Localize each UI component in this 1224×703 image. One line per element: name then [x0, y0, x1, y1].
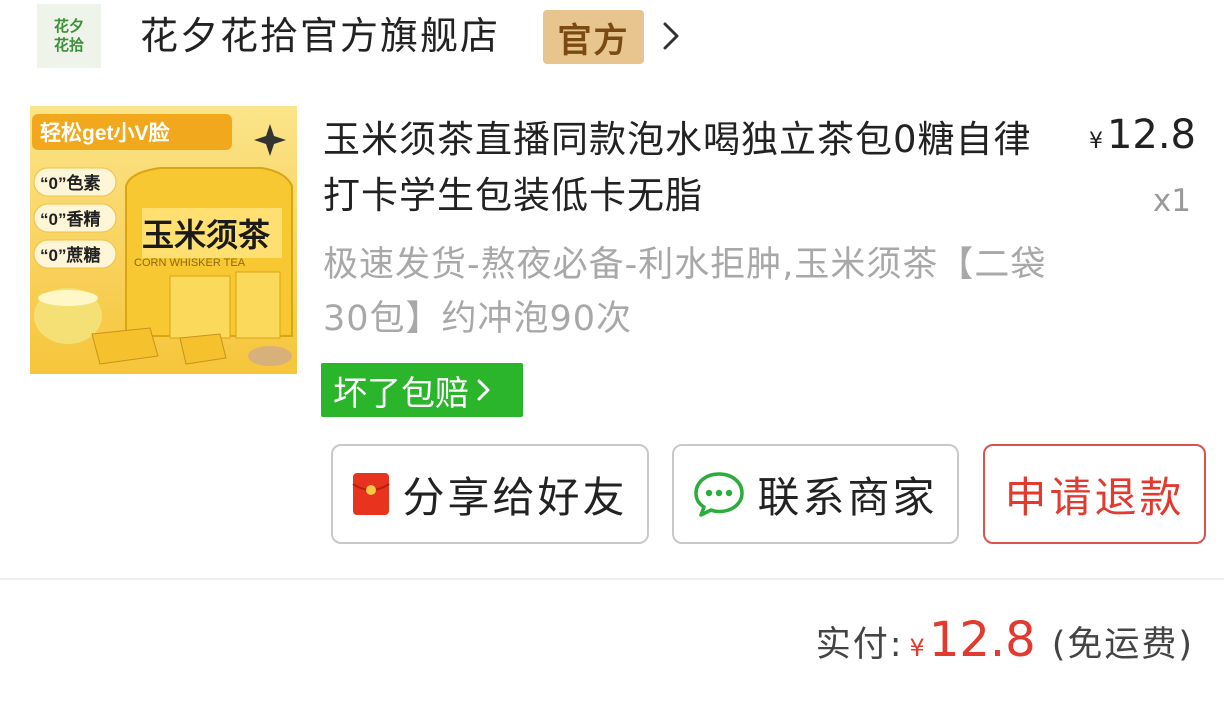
- payment-summary: 实付: ¥ 12.8 (免运费): [816, 612, 1194, 668]
- store-logo: 花夕 花拾: [37, 4, 101, 68]
- guarantee-label: 坏了包赔: [333, 373, 469, 414]
- paid-currency: ¥: [909, 634, 925, 662]
- image-claim-3: “0”蔗糖: [40, 245, 100, 265]
- official-badge: 官方: [543, 10, 644, 64]
- chevron-right-icon: [477, 379, 490, 401]
- price-currency: ¥: [1088, 129, 1103, 154]
- store-logo-line2: 花拾: [53, 36, 84, 54]
- refund-button[interactable]: 申请退款: [983, 444, 1206, 544]
- paid-label: 实付:: [815, 625, 904, 665]
- shipping-note: (免运费): [1051, 625, 1194, 665]
- price-amount: 12.8: [1106, 112, 1196, 158]
- image-claim-2: “0”香精: [40, 209, 100, 229]
- image-claim-1: “0”色素: [40, 173, 100, 193]
- chat-bubble-icon: [693, 470, 745, 518]
- guarantee-tag[interactable]: 坏了包赔: [321, 363, 523, 417]
- share-button[interactable]: 分享给好友: [331, 444, 649, 544]
- paid-amount: 12.8: [928, 612, 1036, 668]
- contact-seller-button[interactable]: 联系商家: [672, 444, 959, 544]
- store-header[interactable]: 花夕 花拾 花夕花拾官方旗舰店 官方: [0, 0, 1224, 80]
- divider: [0, 578, 1224, 580]
- product-thumbnail[interactable]: 轻松get小V脸 “0”色素 “0”香精 “0”蔗糖 玉米须茶 CORN WHI…: [30, 106, 297, 374]
- product-price: ¥ 12.8: [1089, 112, 1196, 158]
- share-label: 分享给好友: [402, 472, 628, 522]
- image-pack-sub: CORN WHISKER TEA: [134, 257, 246, 269]
- store-logo-line1: 花夕: [53, 17, 84, 35]
- image-banner-text: 轻松get小V脸: [40, 121, 171, 145]
- product-quantity: x1: [1152, 183, 1191, 219]
- chevron-right-icon[interactable]: [657, 16, 685, 56]
- product-image: 轻松get小V脸 “0”色素 “0”香精 “0”蔗糖 玉米须茶 CORN WHI…: [30, 106, 297, 374]
- store-name[interactable]: 花夕花拾官方旗舰店: [140, 10, 500, 62]
- red-envelope-icon: [352, 472, 391, 516]
- refund-label: 申请退款: [1004, 472, 1185, 522]
- image-pack-title: 玉米须茶: [142, 217, 271, 253]
- product-spec: 极速发货-熬夜必备-利水拒肿,玉米须茶【二袋30包】约冲泡90次: [323, 245, 1047, 339]
- product-title[interactable]: 玉米须茶直播同款泡水喝独立茶包0糖自律打卡学生包装低卡无脂: [323, 112, 1063, 224]
- contact-label: 联系商家: [757, 472, 938, 522]
